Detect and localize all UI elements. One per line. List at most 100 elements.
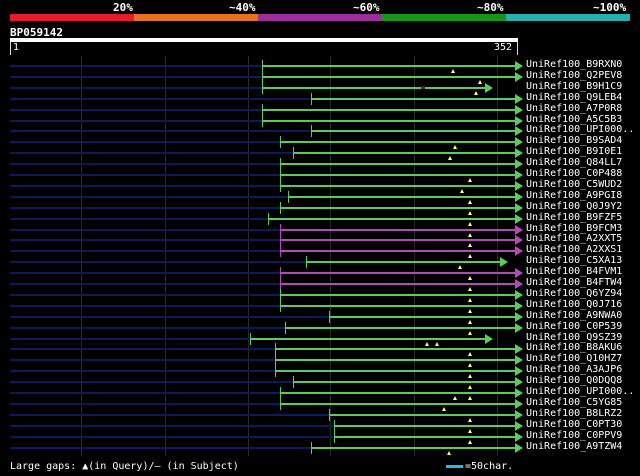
hit-label[interactable]: UniRef100_C0PPV9 bbox=[526, 430, 622, 441]
hit-alignment-bar[interactable] bbox=[249, 338, 485, 340]
hit-alignment-bar[interactable] bbox=[280, 185, 516, 187]
hit-label[interactable]: UniRef100_A7P0R8 bbox=[526, 103, 622, 114]
query-gap-marker-icon bbox=[448, 156, 453, 160]
hit-alignment-bar[interactable] bbox=[287, 196, 516, 198]
hit-alignment-bar[interactable] bbox=[305, 261, 501, 263]
hit-alignment-bar[interactable] bbox=[275, 370, 516, 372]
hit-unaligned-line bbox=[10, 359, 276, 361]
hit-alignment-bar[interactable] bbox=[333, 425, 516, 427]
hit-alignment-bar[interactable] bbox=[280, 294, 516, 296]
hit-label[interactable]: UniRef100_B4FVM1 bbox=[526, 266, 622, 277]
hit-alignment-bar[interactable] bbox=[275, 348, 516, 350]
hit-label[interactable]: UniRef100_B9H1C9 bbox=[526, 81, 622, 92]
hit-alignment-bar[interactable] bbox=[280, 229, 516, 231]
hit-alignment-bar[interactable] bbox=[280, 272, 516, 274]
hit-label[interactable]: UniRef100_B9RXN0 bbox=[526, 59, 622, 70]
query-gap-marker-icon bbox=[467, 233, 472, 237]
hit-label[interactable]: UniRef100_A2XXT5 bbox=[526, 233, 622, 244]
hit-end-arrow-icon bbox=[515, 323, 524, 333]
hit-alignment-bar[interactable] bbox=[292, 381, 516, 383]
hit-start-tick bbox=[328, 311, 330, 323]
hit-alignment-bar[interactable] bbox=[285, 327, 516, 329]
hit-alignment-bar[interactable] bbox=[262, 87, 485, 89]
hit-label[interactable]: UniRef100_Q0J9Y2 bbox=[526, 201, 622, 212]
hit-end-arrow-icon bbox=[515, 268, 524, 278]
hit-unaligned-line bbox=[10, 185, 281, 187]
hit-label[interactable]: UniRef100_C5YG85 bbox=[526, 397, 622, 408]
hit-label[interactable]: UniRef100_B8AKU6 bbox=[526, 342, 622, 353]
hit-label[interactable]: UniRef100_B4FTW4 bbox=[526, 277, 622, 288]
hit-unaligned-line bbox=[10, 425, 334, 427]
hit-label[interactable]: UniRef100_Q2PEV8 bbox=[526, 70, 622, 81]
hit-end-arrow-icon bbox=[515, 388, 524, 398]
hit-alignment-bar[interactable] bbox=[292, 152, 516, 154]
hit-alignment-bar[interactable] bbox=[267, 218, 516, 220]
identity-color-legend bbox=[10, 14, 630, 21]
query-gap-marker-icon bbox=[457, 265, 462, 269]
hit-label[interactable]: UniRef100_Q10HZ7 bbox=[526, 353, 622, 364]
hit-alignment-bar[interactable] bbox=[280, 403, 516, 405]
hit-alignment-bar[interactable] bbox=[280, 250, 516, 252]
hit-label[interactable]: UniRef100_B9FZF5 bbox=[526, 212, 622, 223]
hit-label[interactable]: UniRef100_Q0J716 bbox=[526, 299, 622, 310]
hit-label[interactable]: UniRef100_UPI000.. bbox=[526, 124, 634, 135]
hit-alignment-bar[interactable] bbox=[262, 109, 516, 111]
hit-label[interactable]: UniRef100_C0P488 bbox=[526, 168, 622, 179]
query-gap-marker-icon bbox=[474, 91, 479, 95]
hit-label[interactable]: UniRef100_C0PT30 bbox=[526, 419, 622, 430]
hit-end-arrow-icon bbox=[515, 170, 524, 180]
hit-alignment-bar[interactable] bbox=[280, 392, 516, 394]
hit-end-arrow-icon bbox=[515, 344, 524, 354]
hit-label[interactable]: UniRef100_Q9LEB4 bbox=[526, 92, 622, 103]
hit-alignment-bar[interactable] bbox=[328, 316, 516, 318]
hit-label[interactable]: UniRef100_A9NWA0 bbox=[526, 310, 622, 321]
hit-label[interactable]: UniRef100_A2XXS1 bbox=[526, 244, 622, 255]
hit-label[interactable]: UniRef100_Q84LL7 bbox=[526, 157, 622, 168]
hit-label[interactable]: UniRef100_B9SAD4 bbox=[526, 135, 622, 146]
hit-alignment-bar[interactable] bbox=[280, 207, 516, 209]
hit-alignment-bar[interactable] bbox=[310, 98, 516, 100]
query-gap-marker-icon bbox=[467, 298, 472, 302]
hit-alignment-bar[interactable] bbox=[280, 174, 516, 176]
query-gap-marker-icon bbox=[467, 276, 472, 280]
hit-start-tick bbox=[292, 376, 294, 388]
hit-label[interactable]: UniRef100_Q0DQQ8 bbox=[526, 375, 622, 386]
hit-alignment-bar[interactable] bbox=[310, 130, 516, 132]
hit-alignment-bar[interactable] bbox=[275, 359, 516, 361]
hit-unaligned-line bbox=[10, 414, 329, 416]
legend-label-60: ~60% bbox=[353, 1, 380, 14]
hit-alignment-bar[interactable] bbox=[262, 65, 516, 67]
hit-label[interactable]: UniRef100_B8LRZ2 bbox=[526, 408, 622, 419]
hit-alignment-bar[interactable] bbox=[280, 141, 516, 143]
hit-label[interactable]: UniRef100_C5WUD2 bbox=[526, 179, 622, 190]
hit-label[interactable]: UniRef100_UPI000.. bbox=[526, 386, 634, 397]
hit-end-arrow-icon bbox=[515, 116, 524, 126]
hit-alignment-bar[interactable] bbox=[280, 305, 516, 307]
hit-label[interactable]: UniRef100_C0P539 bbox=[526, 321, 622, 332]
hit-unaligned-line bbox=[10, 272, 281, 274]
hit-label[interactable]: UniRef100_Q6YZ94 bbox=[526, 288, 622, 299]
hit-alignment-bar[interactable] bbox=[280, 239, 516, 241]
hit-alignment-bar[interactable] bbox=[262, 120, 516, 122]
hit-label[interactable]: UniRef100_A9TZW4 bbox=[526, 441, 622, 452]
hit-alignment-bar[interactable] bbox=[333, 436, 516, 438]
hit-alignment-bar[interactable] bbox=[328, 414, 516, 416]
hit-alignment-bar[interactable] bbox=[262, 76, 516, 78]
hit-alignment-bar[interactable] bbox=[280, 283, 516, 285]
hit-end-arrow-icon bbox=[515, 312, 524, 322]
hit-label[interactable]: UniRef100_A3AJP6 bbox=[526, 364, 622, 375]
hit-end-arrow-icon bbox=[515, 214, 524, 224]
query-gap-marker-icon bbox=[442, 407, 447, 411]
hit-unaligned-line bbox=[10, 130, 311, 132]
hit-start-tick bbox=[280, 300, 282, 312]
hit-label[interactable]: UniRef100_A9PGI8 bbox=[526, 190, 622, 201]
hit-end-arrow-icon bbox=[515, 421, 524, 431]
hit-end-arrow-icon bbox=[515, 137, 524, 147]
hit-alignment-bar[interactable] bbox=[280, 163, 516, 165]
query-gap-marker-icon bbox=[467, 309, 472, 313]
hit-label[interactable]: UniRef100_C5XA13 bbox=[526, 255, 622, 266]
query-gap-marker-icon bbox=[452, 396, 457, 400]
hit-label[interactable]: UniRef100_B9I0E1 bbox=[526, 146, 622, 157]
hit-alignment-bar[interactable] bbox=[310, 447, 516, 449]
hit-end-arrow-icon bbox=[515, 159, 524, 169]
